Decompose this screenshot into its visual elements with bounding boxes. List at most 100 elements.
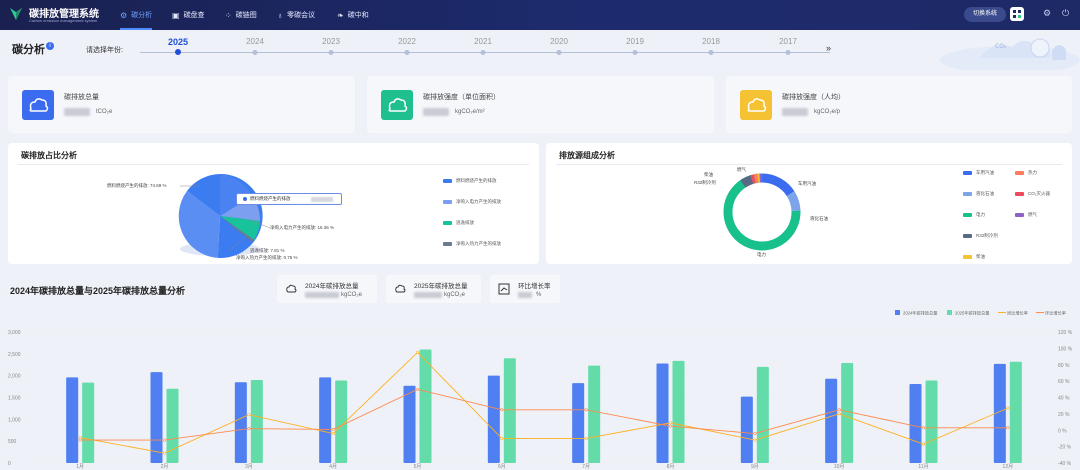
bar-2024[interactable] (319, 377, 332, 463)
chart-legend-item[interactable]: 环比增长率 (1036, 310, 1066, 317)
bar-2024[interactable] (487, 375, 500, 463)
legend-item-escape[interactable]: 逃逸排放 (443, 220, 474, 226)
bar-2025[interactable] (419, 349, 432, 463)
year-option-2024[interactable]: 2024 (246, 37, 264, 46)
bar-2024[interactable] (909, 383, 922, 463)
year-dot[interactable] (708, 50, 714, 55)
line-point[interactable] (163, 438, 167, 442)
line-point[interactable] (331, 427, 335, 431)
switch-system-button[interactable]: 切换系统 (964, 7, 1006, 22)
line-point[interactable] (584, 436, 588, 440)
line-point[interactable] (78, 436, 82, 440)
legend-item[interactable]: CO₂灭火器 (1015, 191, 1050, 197)
line-point[interactable] (753, 432, 757, 436)
compare-unit: kgCO₂e (444, 292, 466, 298)
legend-swatch (963, 212, 972, 217)
bar-2025[interactable] (250, 380, 263, 463)
year-dot[interactable] (252, 50, 258, 55)
bar-2024[interactable] (150, 372, 163, 463)
nav-item-carbon-chain[interactable]: ⁘ 碳链图 (225, 0, 257, 30)
line-point[interactable] (753, 438, 757, 442)
bar-2025[interactable] (925, 380, 938, 463)
pie-tooltip: 燃料燃烧产生的排放 (236, 193, 342, 205)
line-point[interactable] (837, 408, 841, 412)
line-point[interactable] (1006, 406, 1010, 410)
line-point[interactable] (668, 424, 672, 428)
nav-label: 碳分析 (131, 12, 153, 19)
legend-item-purchased-power[interactable]: 净购入电力产生的排放 (443, 199, 501, 205)
year-dot[interactable] (404, 50, 410, 55)
year-dot[interactable] (632, 50, 638, 55)
line-point[interactable] (921, 426, 925, 430)
line-point[interactable] (247, 427, 251, 431)
legend-item[interactable]: 柴油 (963, 254, 985, 260)
bar-2025[interactable] (756, 366, 769, 463)
year-option-2019[interactable]: 2019 (626, 37, 644, 46)
bar-2024[interactable] (825, 378, 838, 463)
settings-icon[interactable]: ⚙ (1043, 8, 1051, 19)
year-option-2020[interactable]: 2020 (550, 37, 568, 46)
power-icon[interactable]: ⏻ (1062, 8, 1069, 19)
year-option-2017[interactable]: 2017 (779, 37, 797, 46)
line-point[interactable] (331, 432, 335, 436)
line-point[interactable] (415, 387, 419, 391)
stat-card-total: 碳排放总量 tCO₂e (8, 76, 355, 133)
bar-2024[interactable] (403, 385, 416, 463)
year-dot[interactable] (480, 50, 486, 55)
legend-swatch (963, 233, 972, 238)
legend-item[interactable]: 车用汽油 (963, 170, 994, 176)
year-option-2021[interactable]: 2021 (474, 37, 492, 46)
apps-icon[interactable] (1010, 7, 1024, 21)
legend-item[interactable]: 电力 (963, 212, 985, 218)
legend-item[interactable]: 液化石油 (963, 191, 994, 197)
nav-item-carbon-inventory[interactable]: ▣ 碳盘查 (172, 0, 205, 30)
legend-item[interactable]: R32制冷剂 (963, 233, 998, 239)
pie-label-purchased-power: 净购入电力产生的排放: 16.36 % (270, 225, 335, 230)
line-point[interactable] (415, 350, 419, 354)
chart-legend-item[interactable]: 2024年碳排放总量 (895, 310, 937, 317)
line-point[interactable] (837, 412, 841, 416)
donut-label-diesel: 柴油 (704, 172, 713, 177)
chart-legend-item[interactable]: 2025年碳排放总量 (947, 310, 989, 317)
bar-2024[interactable] (234, 382, 247, 463)
line-point[interactable] (163, 451, 167, 455)
bar-2024[interactable] (66, 377, 79, 463)
bar-2024[interactable] (740, 396, 753, 463)
year-dot[interactable] (556, 50, 562, 55)
legend-item-fuel[interactable]: 燃料燃烧产生的排放 (443, 178, 497, 184)
nav-item-carbon-neutral[interactable]: ❧ 碳中和 (337, 0, 369, 30)
year-dot[interactable] (785, 50, 791, 55)
bar-2025[interactable] (588, 365, 601, 463)
line-point[interactable] (500, 408, 504, 412)
chart-legend-item[interactable]: 同比增长率 (998, 310, 1028, 317)
line-point[interactable] (1006, 426, 1010, 430)
line-point[interactable] (78, 438, 82, 442)
nav-item-zero-carbon-meeting[interactable]: ♁ 零碳会议 (277, 0, 315, 30)
chevron-right-icon[interactable]: » (826, 43, 831, 53)
line-point[interactable] (584, 408, 588, 412)
year-option-2018[interactable]: 2018 (702, 37, 720, 46)
nav-item-carbon-analysis[interactable]: ⚙ 碳分析 (120, 0, 153, 30)
year-option-2025[interactable]: 2025 (168, 37, 188, 47)
line-point[interactable] (247, 413, 251, 417)
year-option-2023[interactable]: 2023 (322, 37, 340, 46)
line-point[interactable] (500, 436, 504, 440)
bar-2024[interactable] (656, 363, 669, 463)
bar-2025[interactable] (82, 382, 95, 463)
bar-2025[interactable] (841, 363, 854, 463)
info-icon[interactable]: i (46, 42, 54, 50)
line-point[interactable] (668, 421, 672, 425)
bar-2025[interactable] (503, 358, 516, 463)
line-point[interactable] (921, 442, 925, 446)
legend-item[interactable]: 燃气 (1015, 212, 1037, 218)
bar-2024[interactable] (572, 383, 585, 463)
bar-2025[interactable] (672, 360, 685, 463)
bar-2025[interactable] (1009, 361, 1022, 463)
legend-item-heat[interactable]: 净购入热力产生的排放 (443, 241, 501, 247)
year-option-2022[interactable]: 2022 (398, 37, 416, 46)
year-dot[interactable] (175, 49, 181, 55)
year-dot[interactable] (328, 50, 334, 55)
compare-title: 2024年碳排放总量 (305, 283, 359, 290)
legend-item[interactable]: 热力 (1015, 170, 1037, 176)
legend-label: 燃气 (1028, 212, 1037, 217)
